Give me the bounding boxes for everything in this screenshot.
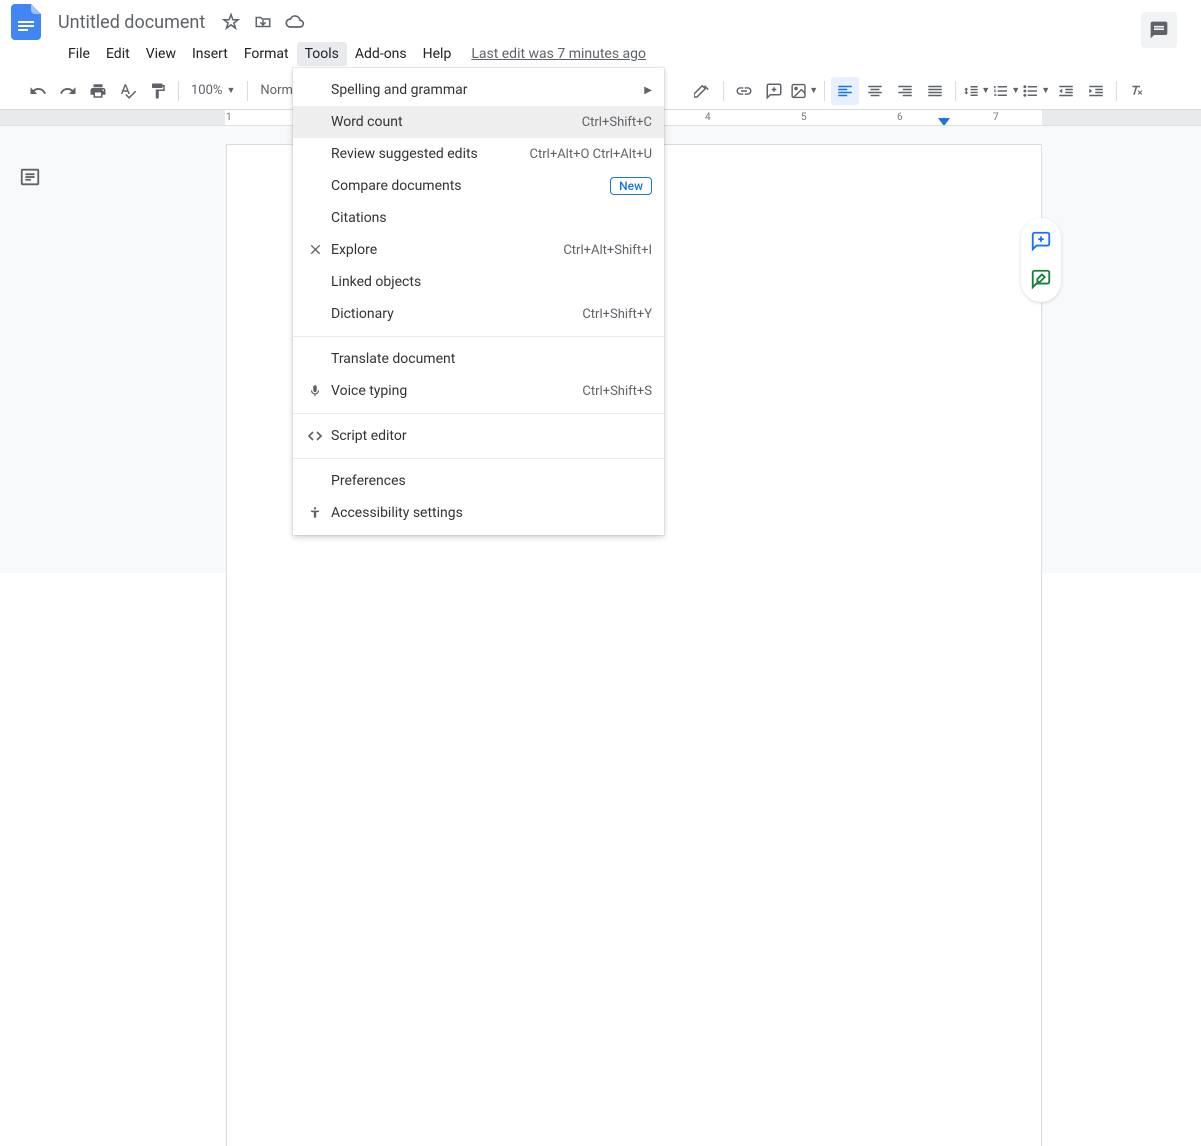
line-spacing-button[interactable]: ▼ xyxy=(962,77,990,105)
menu-item-label: Word count xyxy=(323,114,582,130)
menu-file[interactable]: File xyxy=(60,42,98,66)
menu-item-accessibility[interactable]: Accessibility settings xyxy=(293,497,664,529)
menu-item-label: Citations xyxy=(323,210,652,226)
dropdown-arrow-icon: ▼ xyxy=(1041,85,1050,96)
menu-item-shortcut: Ctrl+Shift+S xyxy=(582,384,652,399)
menu-format[interactable]: Format xyxy=(236,42,297,66)
print-button[interactable] xyxy=(84,77,112,105)
mic-icon xyxy=(305,384,325,398)
menu-item-label: Translate document xyxy=(323,351,652,367)
dropdown-arrow-icon: ▼ xyxy=(981,85,990,96)
menu-insert[interactable]: Insert xyxy=(184,42,236,66)
indent-marker-icon[interactable] xyxy=(938,118,950,126)
add-comment-floating-button[interactable] xyxy=(1021,222,1061,260)
ruler-mark: 1 xyxy=(226,112,232,123)
menu-addons[interactable]: Add-ons xyxy=(347,42,415,66)
insert-image-button[interactable]: ▼ xyxy=(790,77,818,105)
menu-item-review-edits[interactable]: Review suggested edits Ctrl+Alt+O Ctrl+A… xyxy=(293,138,664,170)
ruler-mark: 6 xyxy=(897,112,903,123)
paint-format-button[interactable] xyxy=(144,77,172,105)
separator xyxy=(955,81,956,101)
spellcheck-button[interactable] xyxy=(114,77,142,105)
ruler-mark: 4 xyxy=(705,112,711,123)
ruler-mark: 7 xyxy=(993,112,999,123)
menu-item-label: Linked objects xyxy=(323,274,652,290)
menu-item-translate[interactable]: Translate document xyxy=(293,343,664,375)
align-right-button[interactable] xyxy=(891,77,919,105)
menu-item-shortcut: Ctrl+Shift+C xyxy=(582,115,652,130)
bulleted-list-button[interactable]: ▼ xyxy=(1022,77,1050,105)
move-icon[interactable] xyxy=(251,10,275,34)
zoom-value: 100% xyxy=(191,83,222,98)
menu-help[interactable]: Help xyxy=(415,42,460,66)
floating-actions xyxy=(1021,218,1061,302)
zoom-select[interactable]: 100% ▼ xyxy=(185,83,241,98)
accessibility-icon xyxy=(305,506,325,520)
dropdown-arrow-icon: ▼ xyxy=(809,85,818,96)
menu-item-label: Dictionary xyxy=(323,306,582,322)
align-center-button[interactable] xyxy=(861,77,889,105)
dropdown-arrow-icon: ▼ xyxy=(226,85,235,96)
add-comment-button[interactable] xyxy=(760,77,788,105)
menu-item-dictionary[interactable]: Dictionary Ctrl+Shift+Y xyxy=(293,298,664,330)
separator xyxy=(824,81,825,101)
menu-separator xyxy=(293,413,664,414)
separator xyxy=(178,81,179,101)
clear-formatting-button[interactable] xyxy=(1123,77,1151,105)
menu-item-script-editor[interactable]: Script editor xyxy=(293,420,664,452)
menu-separator xyxy=(293,336,664,337)
outline-toggle-button[interactable] xyxy=(19,166,41,188)
new-badge: New xyxy=(610,177,652,195)
cloud-saved-icon[interactable] xyxy=(283,10,307,34)
undo-button[interactable] xyxy=(24,77,52,105)
menu-item-shortcut: Ctrl+Alt+O Ctrl+Alt+U xyxy=(530,147,652,162)
menu-item-preferences[interactable]: Preferences xyxy=(293,465,664,497)
separator xyxy=(247,81,248,101)
menu-item-label: Voice typing xyxy=(323,383,582,399)
highlight-color-button[interactable] xyxy=(689,77,717,105)
dropdown-arrow-icon: ▼ xyxy=(1011,85,1020,96)
menu-item-label: Script editor xyxy=(323,428,652,444)
menu-item-label: Spelling and grammar xyxy=(323,82,644,98)
menu-separator xyxy=(293,458,664,459)
menu-item-spelling[interactable]: Spelling and grammar ▶ xyxy=(293,74,664,106)
suggest-edits-floating-button[interactable] xyxy=(1021,260,1061,298)
ruler-mark: 5 xyxy=(801,112,807,123)
menu-item-label: Review suggested edits xyxy=(323,146,530,162)
menu-item-explore[interactable]: Explore Ctrl+Alt+Shift+I xyxy=(293,234,664,266)
code-icon xyxy=(305,428,325,444)
menu-item-shortcut: Ctrl+Shift+Y xyxy=(582,307,652,322)
docs-logo-icon[interactable] xyxy=(8,4,44,40)
menu-item-word-count[interactable]: Word count Ctrl+Shift+C xyxy=(293,106,664,138)
star-icon[interactable] xyxy=(219,10,243,34)
menu-item-linked-objects[interactable]: Linked objects xyxy=(293,266,664,298)
align-left-button[interactable] xyxy=(831,77,859,105)
increase-indent-button[interactable] xyxy=(1082,77,1110,105)
tools-dropdown-menu: Spelling and grammar ▶ Word count Ctrl+S… xyxy=(293,68,664,535)
menu-item-label: Accessibility settings xyxy=(323,505,652,521)
submenu-arrow-icon: ▶ xyxy=(644,85,652,96)
explore-icon xyxy=(305,242,325,258)
menu-item-label: Explore xyxy=(323,242,563,258)
menu-item-voice-typing[interactable]: Voice typing Ctrl+Shift+S xyxy=(293,375,664,407)
document-title[interactable]: Untitled document xyxy=(52,10,211,35)
menu-item-compare[interactable]: Compare documents New xyxy=(293,170,664,202)
numbered-list-button[interactable]: ▼ xyxy=(992,77,1020,105)
menu-view[interactable]: View xyxy=(138,42,184,66)
menu-item-label: Preferences xyxy=(323,473,652,489)
menu-item-citations[interactable]: Citations xyxy=(293,202,664,234)
align-justify-button[interactable] xyxy=(921,77,949,105)
separator xyxy=(723,81,724,101)
separator xyxy=(1116,81,1117,101)
insert-link-button[interactable] xyxy=(730,77,758,105)
decrease-indent-button[interactable] xyxy=(1052,77,1080,105)
redo-button[interactable] xyxy=(54,77,82,105)
menu-tools[interactable]: Tools xyxy=(297,42,347,66)
comment-history-button[interactable] xyxy=(1141,12,1177,48)
menu-item-shortcut: Ctrl+Alt+Shift+I xyxy=(563,243,652,258)
menu-item-label: Compare documents xyxy=(323,178,610,194)
menu-edit[interactable]: Edit xyxy=(98,42,138,66)
last-edit-link[interactable]: Last edit was 7 minutes ago xyxy=(471,46,646,62)
